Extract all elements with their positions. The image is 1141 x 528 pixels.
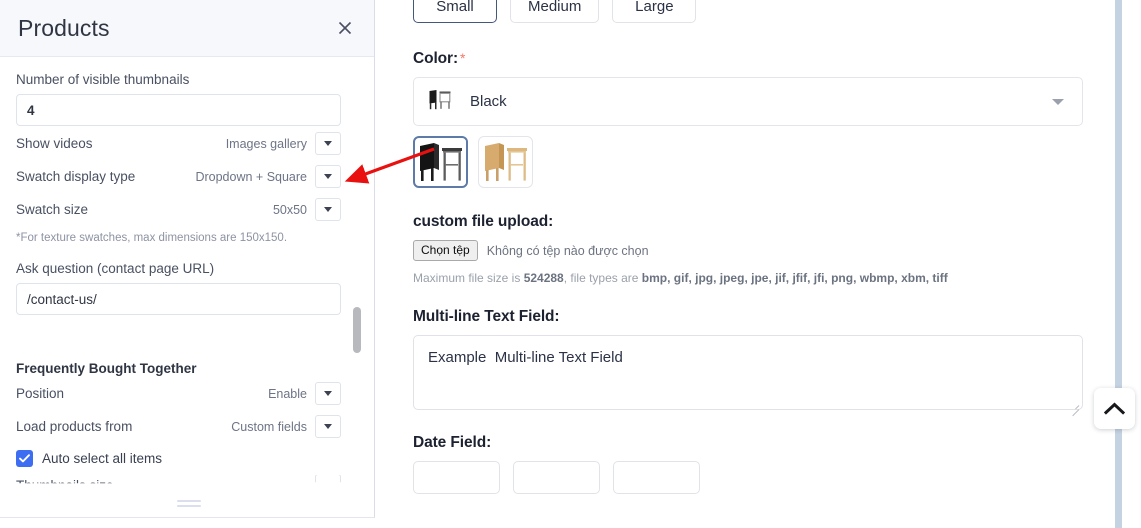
scroll-to-top-button[interactable]	[1094, 388, 1135, 429]
color-swatch-list	[413, 136, 1141, 188]
color-swatch-black[interactable]	[413, 136, 468, 188]
row-value: Dropdown + Square	[195, 169, 307, 184]
position-dropdown[interactable]	[315, 382, 341, 405]
row-label: Swatch display type	[16, 169, 136, 184]
chevron-down-icon	[324, 141, 332, 146]
chevron-down-icon	[324, 174, 332, 179]
panel-resize-handle[interactable]	[177, 500, 201, 509]
required-marker: *	[460, 50, 466, 66]
panel-scrollbar-thumb[interactable]	[353, 307, 361, 353]
color-select[interactable]: Black	[413, 77, 1083, 126]
date-day-select[interactable]	[513, 461, 600, 494]
page-scrollbar[interactable]	[1115, 0, 1122, 528]
color-label: Color: *	[413, 50, 1141, 68]
panel-scrollbar[interactable]	[353, 57, 361, 517]
choose-file-button[interactable]: Chọn tệp	[413, 240, 478, 261]
file-upload-status: Không có tệp nào được chọn	[486, 243, 649, 258]
size-option-large[interactable]: Large	[612, 0, 697, 23]
row-label: Show videos	[16, 136, 93, 151]
file-upload-hint: Maximum file size is 524288, file types …	[413, 270, 1141, 286]
row-label: Swatch size	[16, 202, 89, 217]
row-label: Position	[16, 386, 65, 401]
size-option-group: Small Medium Large	[413, 0, 1141, 23]
multiline-label: Multi-line Text Field:	[413, 308, 560, 325]
multiline-wrapper	[413, 335, 1083, 417]
file-upload-row: Chọn tệp Không có tệp nào được chọn	[413, 240, 1141, 261]
swatch-note: *For texture swatches, max dimensions ar…	[16, 232, 288, 244]
row-value: Enable	[268, 386, 307, 401]
chevron-up-icon	[1104, 402, 1125, 415]
hint-max-size: 524288	[523, 271, 564, 285]
close-icon[interactable]	[332, 15, 358, 41]
row-position: Position Enable	[16, 378, 341, 409]
date-year-select[interactable]	[613, 461, 700, 494]
thumbnails-input[interactable]: 4	[16, 94, 341, 126]
row-partially-hidden: Thumbnails size	[16, 475, 341, 495]
panel-body: Number of visible thumbnails 4 Show vide…	[0, 57, 374, 517]
row-label: Thumbnails size	[16, 477, 114, 493]
product-form-content: Small Medium Large Color: * Black custom…	[388, 0, 1141, 528]
file-upload-label: custom file upload:	[413, 213, 554, 230]
section-heading-fbt: Frequently Bought Together	[16, 361, 197, 376]
hint-prefix: Maximum file size is	[413, 271, 524, 285]
ask-question-label: Ask question (contact page URL)	[16, 261, 215, 276]
swatch-display-type-dropdown[interactable]	[315, 165, 341, 188]
chevron-down-icon	[324, 424, 332, 429]
date-month-select[interactable]	[413, 461, 500, 494]
thumbnails-label: Number of visible thumbnails	[16, 72, 190, 87]
row-value: Custom fields	[231, 419, 307, 434]
chevron-down-icon	[1052, 98, 1064, 105]
size-option-medium[interactable]: Medium	[510, 0, 600, 23]
partially-hidden-dropdown[interactable]	[315, 475, 341, 483]
date-field-group	[413, 461, 1141, 494]
color-swatch-natural[interactable]	[478, 136, 533, 188]
auto-select-label: Auto select all items	[42, 450, 163, 466]
size-option-small[interactable]: Small	[413, 0, 497, 23]
row-swatch-size: Swatch size 50x50	[16, 194, 341, 225]
date-field-label: Date Field:	[413, 434, 492, 451]
row-load-products-from: Load products from Custom fields	[16, 411, 341, 442]
multiline-textarea[interactable]	[413, 335, 1083, 410]
color-label-text: Color:	[413, 50, 459, 67]
row-swatch-display-type: Swatch display type Dropdown + Square	[16, 161, 341, 192]
row-value: Images gallery	[225, 136, 307, 151]
ask-question-input[interactable]: /contact-us/	[16, 283, 341, 315]
swatch-size-dropdown[interactable]	[315, 198, 341, 221]
chevron-down-icon	[324, 391, 332, 396]
color-select-thumb-icon	[428, 89, 453, 115]
page-title: Products	[18, 14, 110, 41]
color-select-value: Black	[470, 93, 507, 110]
screen-root: Products Number of visible thumbnails 4 …	[0, 0, 1141, 528]
row-label: Load products from	[16, 419, 133, 434]
products-settings-panel: Products Number of visible thumbnails 4 …	[0, 0, 375, 518]
row-auto-select-all-items: Auto select all items	[16, 444, 344, 472]
hint-mid: , file types are	[563, 271, 642, 285]
chevron-down-icon	[324, 207, 332, 212]
show-videos-dropdown[interactable]	[315, 132, 341, 155]
panel-header: Products	[0, 0, 374, 57]
auto-select-checkbox[interactable]	[16, 449, 33, 467]
hint-file-types: bmp, gif, jpg, jpeg, jpe, jif, jfif, jfi…	[641, 271, 948, 285]
row-value: 50x50	[272, 202, 307, 217]
row-show-videos: Show videos Images gallery	[16, 128, 341, 159]
load-products-from-dropdown[interactable]	[315, 415, 341, 438]
